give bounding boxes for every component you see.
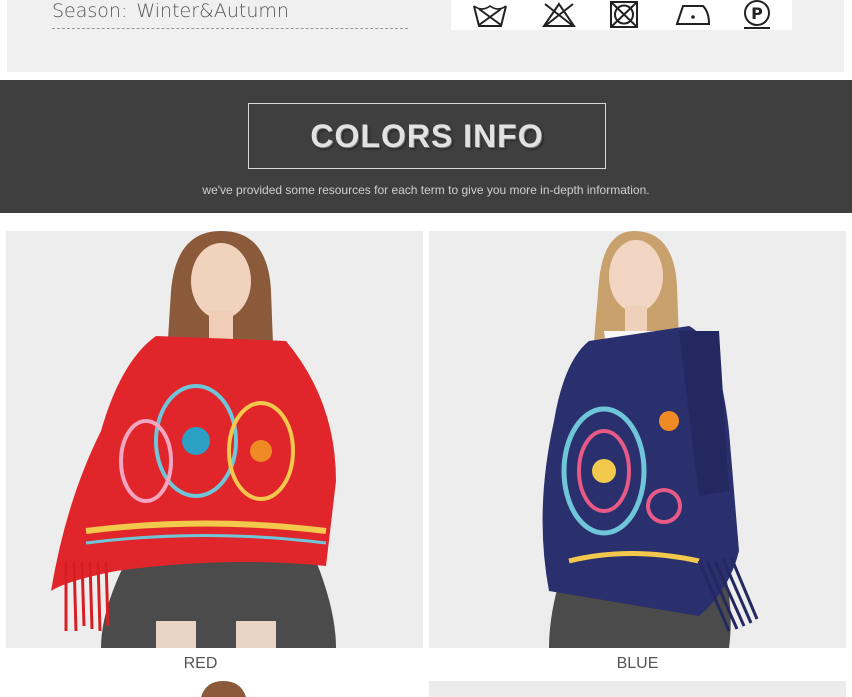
season-label: Season: <box>52 0 128 22</box>
no-bleach-icon <box>542 2 576 27</box>
product-caption-blue: BLUE <box>616 655 659 672</box>
no-tumble-dry-icon <box>610 1 638 28</box>
season-value: Winter&Autumn <box>136 0 289 22</box>
care-symbols: P <box>451 0 792 30</box>
dashed-divider <box>52 28 408 29</box>
product-photo-red[interactable] <box>6 231 423 648</box>
hand-wash-icon <box>473 5 507 27</box>
product-photo-next-partial-2[interactable] <box>429 681 846 697</box>
section-subtitle: we've provided some resources for each t… <box>202 183 650 197</box>
season-row: Season: Winter&Autumn <box>52 0 289 22</box>
section-title-box: COLORS INFO <box>248 103 606 169</box>
colors-info-banner: COLORS INFO we've provided some resource… <box>0 80 852 213</box>
product-caption-red: RED <box>183 655 218 672</box>
care-p-letter: P <box>751 4 763 23</box>
low-iron-icon <box>675 5 711 25</box>
product-photo-blue[interactable] <box>429 231 846 648</box>
section-title: COLORS INFO <box>310 117 544 154</box>
product-photo-next-partial[interactable] <box>6 679 423 697</box>
dry-clean-p-icon: P <box>744 0 770 29</box>
